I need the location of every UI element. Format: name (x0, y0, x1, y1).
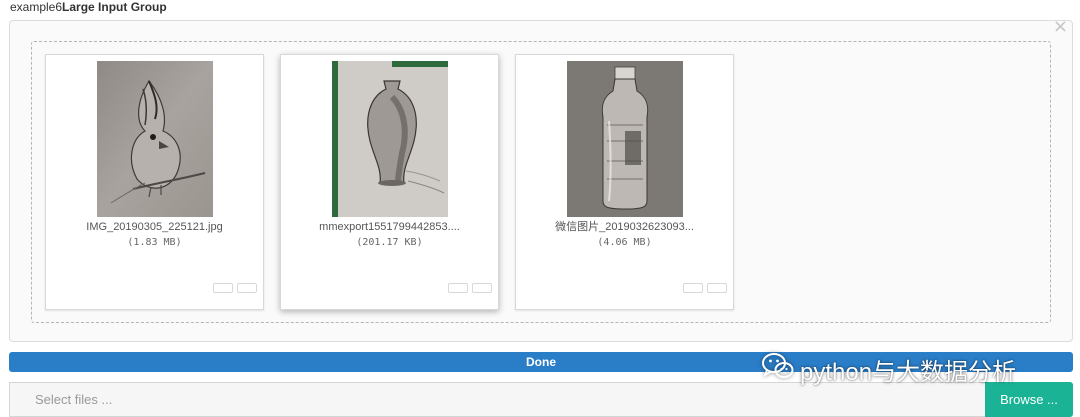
thumbnail-actions (448, 283, 492, 293)
bird-sketch-thumbnail (96, 61, 213, 217)
close-icon[interactable]: × (1053, 17, 1068, 37)
file-name: 微信图片_2019032623093... (555, 221, 694, 233)
file-thumbnail-2[interactable]: mmexport1551799442853.... (201.17 KB) (280, 54, 499, 310)
file-drop-zone[interactable]: IMG_20190305_225121.jpg (1.83 MB) mmexpo… (31, 41, 1051, 323)
file-preview-panel: × IMG_20190305_225121.jpg (1.83 MB) mmex… (9, 17, 1073, 342)
thumbnail-actions (683, 283, 727, 293)
remove-file-button[interactable] (472, 283, 492, 293)
remove-file-button[interactable] (707, 283, 727, 293)
upload-file-button[interactable] (683, 283, 703, 293)
remove-file-button[interactable] (237, 283, 257, 293)
file-input-group: Select files ... Browse ... (9, 382, 1073, 417)
file-thumbnail-3[interactable]: 微信图片_2019032623093... (4.06 MB) (515, 54, 734, 310)
upload-file-button[interactable] (448, 283, 468, 293)
example-title-bold: Large Input Group (62, 0, 167, 14)
example-title-prefix: example6 (10, 0, 63, 14)
file-name: IMG_20190305_225121.jpg (86, 221, 223, 233)
file-caption-field[interactable]: Select files ... (9, 382, 985, 417)
file-thumbnail-1[interactable]: IMG_20190305_225121.jpg (1.83 MB) (45, 54, 264, 310)
vase-sketch-thumbnail (331, 61, 448, 217)
file-size: (1.83 MB) (127, 237, 182, 248)
example-title: example6Large Input Group (10, 0, 167, 14)
upload-file-button[interactable] (213, 283, 233, 293)
file-name: mmexport1551799442853.... (319, 221, 460, 233)
browse-button[interactable]: Browse ... (985, 382, 1073, 417)
file-size: (201.17 KB) (356, 237, 423, 248)
thumbnail-actions (213, 283, 257, 293)
upload-progress-bar: Done (9, 352, 1073, 372)
bottle-sketch-thumbnail (566, 61, 683, 217)
file-size: (4.06 MB) (597, 237, 652, 248)
